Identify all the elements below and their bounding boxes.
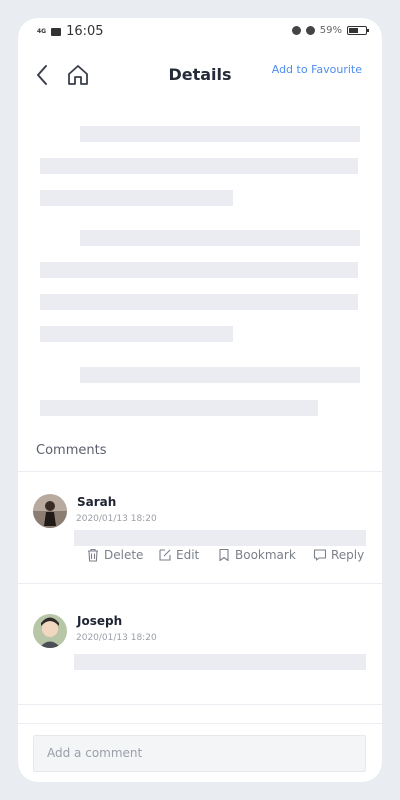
delete-button[interactable]: Delete xyxy=(86,548,143,562)
edit-label: Edit xyxy=(176,548,200,562)
divider xyxy=(18,723,382,724)
content-placeholder xyxy=(40,158,358,174)
reply-icon xyxy=(313,549,327,561)
avatar[interactable] xyxy=(33,494,67,528)
avatar[interactable] xyxy=(33,614,67,648)
trash-icon xyxy=(88,548,98,562)
comments-title: Comments xyxy=(36,443,107,458)
add-to-favourite-link[interactable]: Add to Favourite xyxy=(272,63,362,76)
delete-label: Delete xyxy=(104,548,144,562)
comment-text-placeholder xyxy=(74,530,366,546)
divider xyxy=(18,704,382,705)
content-placeholder xyxy=(80,230,360,246)
content-placeholder xyxy=(80,126,360,142)
comment-actions: Delete Edit Bookmark Reply xyxy=(86,548,368,566)
battery-icon xyxy=(347,26,369,35)
content-placeholder xyxy=(40,262,358,278)
alarm-icon xyxy=(291,26,301,35)
comment-timestamp: 2020/01/13 18:20 xyxy=(76,633,157,643)
battery-cap xyxy=(367,29,369,32)
comment-text-placeholder xyxy=(74,654,366,670)
battery-percent: 59% xyxy=(319,25,342,36)
edit-icon xyxy=(159,549,171,561)
edit-button[interactable]: Edit xyxy=(158,548,199,562)
battery-fill xyxy=(349,28,359,33)
mute-icon xyxy=(305,26,315,35)
bookmark-icon xyxy=(219,548,229,562)
comment-timestamp: 2020/01/13 18:20 xyxy=(76,514,157,524)
hd-icon xyxy=(51,27,62,36)
reply-button[interactable]: Reply xyxy=(313,548,364,562)
content-placeholder xyxy=(40,294,358,310)
comment-input[interactable]: Add a comment xyxy=(33,735,366,772)
comment-author[interactable]: Joseph xyxy=(77,614,122,628)
comment-author[interactable]: Sarah xyxy=(77,495,116,509)
header: Details Add to Favourite xyxy=(18,58,382,98)
status-right: 59% xyxy=(291,25,369,36)
user-photo-icon xyxy=(33,494,67,528)
bookmark-label: Bookmark xyxy=(235,548,296,562)
content-placeholder xyxy=(40,326,233,342)
content-placeholder xyxy=(80,367,360,383)
divider xyxy=(18,583,382,584)
status-bar: 4G 16:05 59% xyxy=(18,18,382,48)
content-placeholder xyxy=(40,400,318,416)
network-indicator: 4G xyxy=(37,27,47,35)
status-left: 4G 16:05 xyxy=(37,24,104,39)
reply-label: Reply xyxy=(331,548,365,562)
phone-screen: 4G 16:05 59% Details Add to Favourite Co… xyxy=(18,18,382,782)
divider xyxy=(18,471,382,472)
bookmark-button[interactable]: Bookmark xyxy=(217,548,296,562)
content-placeholder xyxy=(40,190,233,206)
user-photo-icon xyxy=(33,614,67,648)
status-time: 16:05 xyxy=(66,24,104,39)
